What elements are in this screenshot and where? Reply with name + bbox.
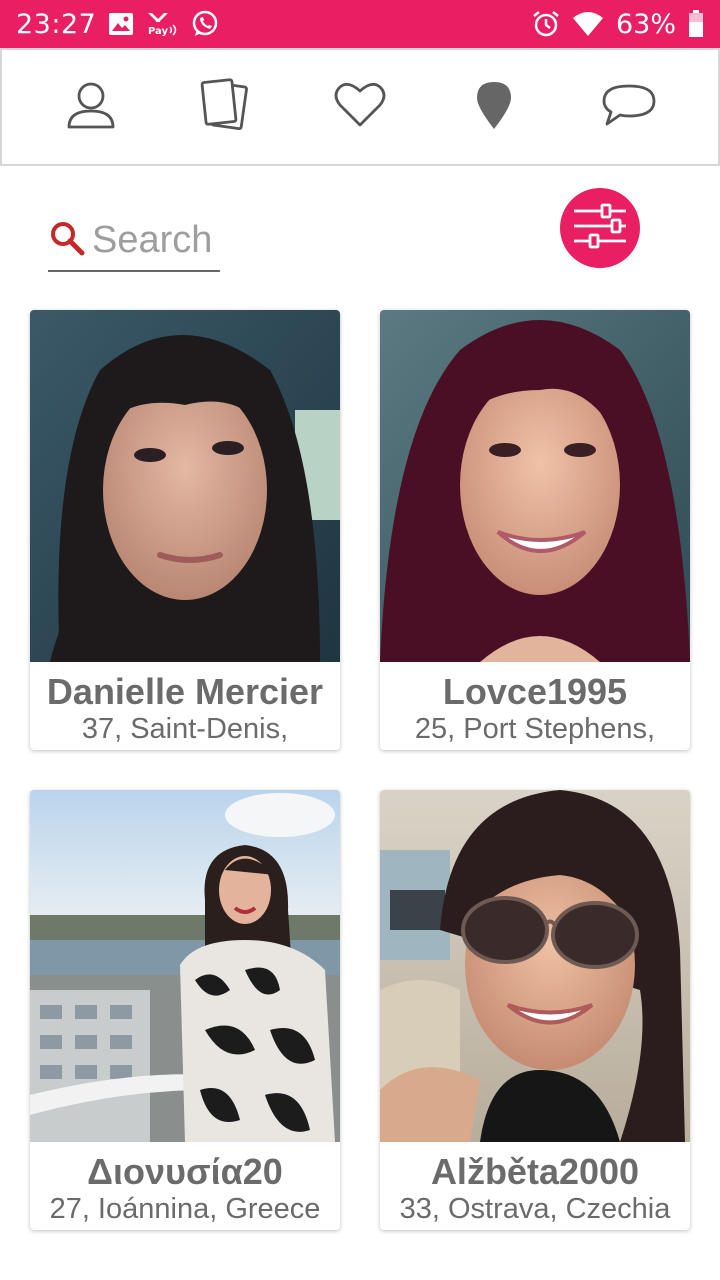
profile-photo — [380, 310, 690, 662]
top-nav — [0, 48, 720, 166]
status-bar-right: 63% — [532, 9, 704, 40]
alarm-icon — [532, 10, 560, 38]
search-icon — [48, 219, 86, 262]
status-bar: 23:27 Pay 63% — [0, 0, 720, 48]
profile-info: Lovce1995 25, Port Stephens, — [380, 662, 690, 750]
nav-favorites[interactable] — [324, 71, 396, 143]
nav-nearby[interactable] — [458, 71, 530, 143]
profile-photo — [30, 310, 340, 662]
location-pin-icon — [474, 79, 514, 136]
profile-photo — [30, 790, 340, 1142]
status-time: 23:27 — [16, 8, 97, 40]
chat-bubble-icon — [601, 82, 657, 133]
profile-card[interactable]: Danielle Mercier 37, Saint-Denis, — [30, 310, 340, 750]
status-bar-left: 23:27 Pay — [16, 9, 220, 40]
profile-info: Διονυσία20 27, Ioánnina, Greece — [30, 1142, 340, 1230]
profile-meta: 25, Port Stephens, — [414, 713, 656, 745]
nav-profile[interactable] — [55, 71, 127, 143]
profile-name: Lovce1995 — [442, 672, 628, 712]
nav-messages[interactable] — [593, 71, 665, 143]
profile-card[interactable]: Lovce1995 25, Port Stephens, — [380, 310, 690, 750]
profile-card[interactable]: Διονυσία20 27, Ioánnina, Greece — [30, 790, 340, 1230]
heart-icon — [334, 81, 386, 134]
profile-meta: 33, Ostrava, Czechia — [399, 1193, 671, 1225]
profile-info: Danielle Mercier 37, Saint-Denis, — [30, 662, 340, 750]
person-icon — [65, 79, 117, 136]
sliders-icon — [572, 203, 628, 254]
profile-info: Alžběta2000 33, Ostrava, Czechia — [380, 1142, 690, 1230]
profile-name: Danielle Mercier — [46, 672, 324, 712]
search-bar — [48, 210, 220, 272]
profile-name: Διονυσία20 — [87, 1152, 283, 1192]
cards-icon — [198, 77, 254, 138]
battery-icon — [688, 10, 704, 38]
battery-percent: 63% — [615, 8, 676, 40]
whatsapp-icon — [190, 9, 220, 39]
profile-photo — [380, 790, 690, 1142]
wifi-icon — [572, 11, 604, 37]
svg-text:Pay: Pay — [148, 26, 169, 37]
pay-icon: Pay — [146, 11, 178, 37]
nav-cards[interactable] — [190, 71, 262, 143]
image-icon — [108, 12, 134, 36]
profile-name: Alžběta2000 — [430, 1152, 640, 1192]
profile-meta: 27, Ioánnina, Greece — [49, 1193, 321, 1225]
search-input[interactable] — [92, 218, 216, 262]
profile-card[interactable]: Alžběta2000 33, Ostrava, Czechia — [380, 790, 690, 1230]
profile-meta: 37, Saint-Denis, — [81, 713, 289, 745]
filter-button[interactable] — [560, 188, 640, 268]
